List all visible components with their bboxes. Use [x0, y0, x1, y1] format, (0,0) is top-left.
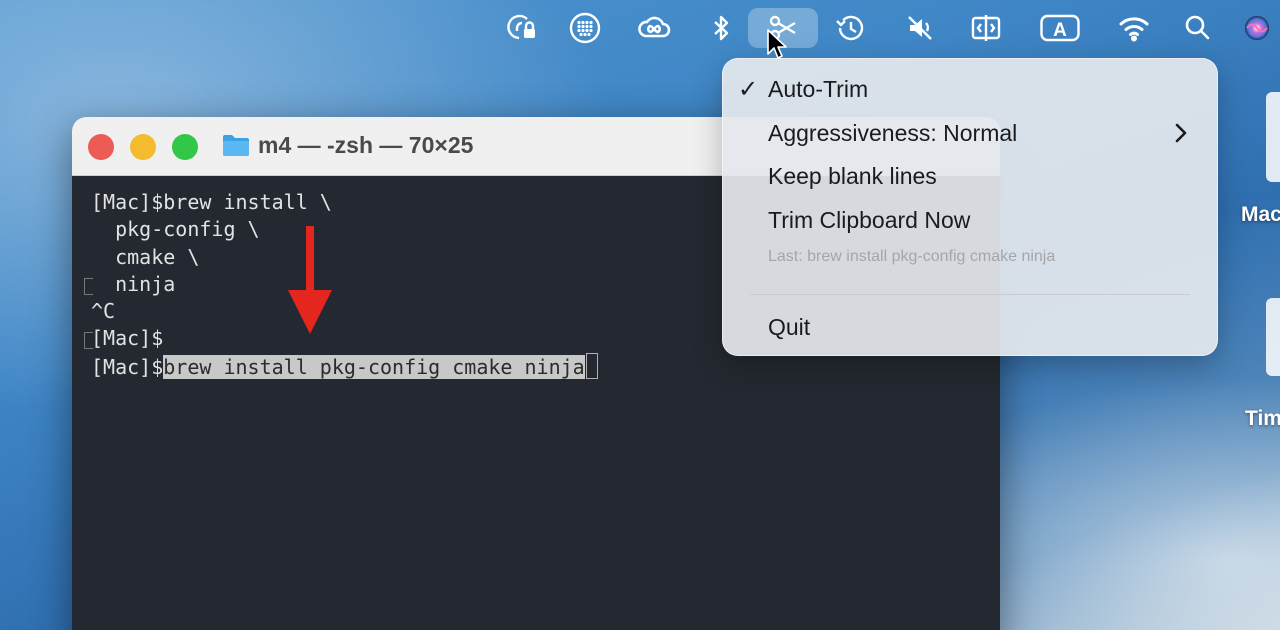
menu-item-label: Auto-Trim — [768, 76, 869, 102]
menu-separator — [750, 294, 1190, 295]
menu-item-keep-blank-lines[interactable]: Keep blank lines — [722, 157, 1218, 197]
folder-icon — [223, 135, 249, 156]
menu-item-label: Quit — [768, 314, 811, 340]
input-source-letter: A — [1053, 20, 1067, 41]
split-view-icon[interactable] — [966, 8, 1006, 48]
menu-item-trim-clipboard-now[interactable]: Trim Clipboard Now — [722, 201, 1218, 241]
bluetooth-icon[interactable] — [701, 8, 741, 48]
menu-item-label: Aggressiveness: Normal — [768, 120, 1018, 146]
creative-cloud-icon[interactable] — [634, 8, 674, 48]
zoom-button[interactable] — [172, 134, 198, 160]
menu-item-aggressiveness[interactable]: Aggressiveness: Normal — [722, 114, 1218, 154]
chevron-right-icon — [1175, 123, 1187, 143]
last-trimmed-info: Last: brew install pkg-config cmake ninj… — [768, 248, 1056, 265]
desktop-item-thumbnail[interactable] — [1266, 92, 1280, 182]
line-mark — [84, 332, 93, 349]
grid-dots-icon[interactable] — [565, 8, 605, 48]
terminal-current-line: [Mac]$brew install pkg-config cmake ninj… — [91, 352, 1000, 380]
desktop-item-label[interactable]: Mac — [1241, 203, 1280, 227]
selected-command[interactable]: brew install pkg-config cmake ninja — [163, 354, 585, 379]
terminal-prompt: [Mac]$ — [91, 354, 164, 379]
mouse-pointer-icon — [767, 29, 787, 59]
menu-bar: A — [0, 0, 1280, 58]
search-icon[interactable] — [1178, 8, 1218, 48]
time-machine-icon[interactable] — [830, 8, 870, 48]
checkmark-icon: ✓ — [738, 76, 759, 103]
menu-item-label: Keep blank lines — [768, 163, 937, 189]
wifi-icon[interactable] — [1114, 8, 1154, 48]
menu-item-auto-trim[interactable]: ✓ Auto-Trim — [722, 70, 1218, 110]
scissors-menu: ✓ Auto-Trim Aggressiveness: Normal Keep … — [722, 58, 1218, 356]
desktop-item-label[interactable]: Tim — [1245, 407, 1280, 431]
annotation-arrow-icon — [288, 226, 332, 334]
input-source-icon[interactable]: A — [1040, 8, 1080, 48]
password-lock-icon[interactable] — [502, 8, 542, 48]
line-mark — [84, 278, 93, 295]
menu-item-label: Trim Clipboard Now — [768, 207, 971, 233]
window-title: m4 — -zsh — 70×25 — [258, 132, 474, 158]
siri-icon[interactable] — [1234, 8, 1274, 48]
close-button[interactable] — [88, 134, 114, 160]
mute-icon[interactable] — [900, 8, 940, 48]
desktop-item-thumbnail[interactable] — [1266, 298, 1280, 376]
menu-item-quit[interactable]: Quit — [722, 308, 1218, 348]
minimize-button[interactable] — [130, 134, 156, 160]
text-cursor — [585, 352, 598, 379]
